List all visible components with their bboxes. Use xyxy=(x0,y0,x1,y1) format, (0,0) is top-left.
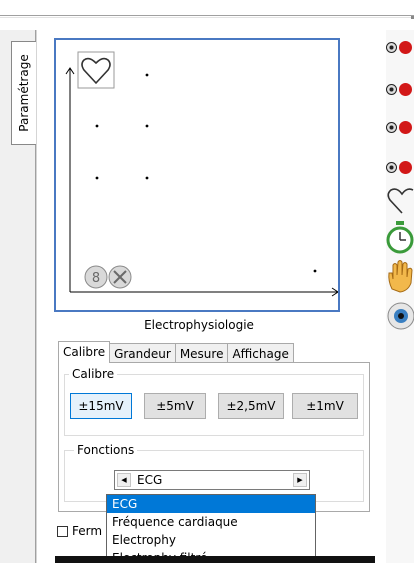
calibre-2-5mv-button[interactable]: ±2,5mV xyxy=(218,393,284,419)
plot-point xyxy=(313,269,317,273)
dropdown-option-ecg[interactable]: ECG xyxy=(107,495,315,513)
plot-point xyxy=(145,124,149,128)
tab-mesure[interactable]: Mesure xyxy=(174,343,229,363)
heart-icon[interactable] xyxy=(386,187,414,215)
fermer-checkbox[interactable] xyxy=(57,526,68,537)
calibre-5mv-button[interactable]: ±5mV xyxy=(144,393,206,419)
dropdown-option-electrophy[interactable]: Electrophy xyxy=(107,531,315,549)
plot-point xyxy=(145,73,149,77)
svg-text:8: 8 xyxy=(92,271,100,286)
calibre-1mv-button[interactable]: ±1mV xyxy=(292,393,358,419)
tab-grandeur[interactable]: Grandeur xyxy=(109,343,176,363)
scroll-right-icon[interactable]: ▶ xyxy=(293,473,307,487)
right-icon-column xyxy=(386,30,414,563)
fonctions-group-label: Fonctions xyxy=(74,443,138,457)
bottom-dark-bar xyxy=(55,556,375,563)
toolbar-separator-light xyxy=(0,17,414,18)
toolbar-separator xyxy=(0,15,414,16)
calibre-15mv-button[interactable]: ±15mV xyxy=(70,393,132,419)
eye-icon[interactable] xyxy=(386,301,414,331)
plot-canvas: 8 xyxy=(65,51,338,297)
tab-calibre[interactable]: Calibre xyxy=(58,341,111,363)
scroll-left-icon[interactable]: ◀ xyxy=(117,473,131,487)
calibre-group-label: Calibre xyxy=(69,367,118,381)
tab-parametrage[interactable]: Paramétrage xyxy=(11,41,36,145)
fonctions-combobox[interactable]: ◀ ECG ▶ xyxy=(114,470,310,490)
stopwatch-icon[interactable] xyxy=(386,221,414,255)
tab-parametrage-label: Paramétrage xyxy=(17,54,31,132)
fermer-checkbox-label: Ferm xyxy=(72,524,103,538)
combobox-value: ECG xyxy=(137,473,163,487)
electrophysiology-plot[interactable]: 8 xyxy=(54,38,340,312)
plot-point xyxy=(95,124,99,128)
dropdown-option-frequence-cardiaque[interactable]: Fréquence cardiaque xyxy=(107,513,315,531)
refresh-icon[interactable]: 8 xyxy=(84,265,108,289)
plot-point xyxy=(95,176,99,180)
tab-affichage[interactable]: Affichage xyxy=(227,343,294,363)
plot-title: Electrophysiologie xyxy=(144,318,254,332)
fonctions-dropdown-list[interactable]: ECG Fréquence cardiaque Electrophy Elect… xyxy=(106,494,316,563)
close-icon[interactable] xyxy=(108,265,132,289)
settings-tabs: Calibre Grandeur Mesure Affichage xyxy=(58,341,294,363)
plot-point xyxy=(145,176,149,180)
hand-icon[interactable] xyxy=(386,259,414,293)
